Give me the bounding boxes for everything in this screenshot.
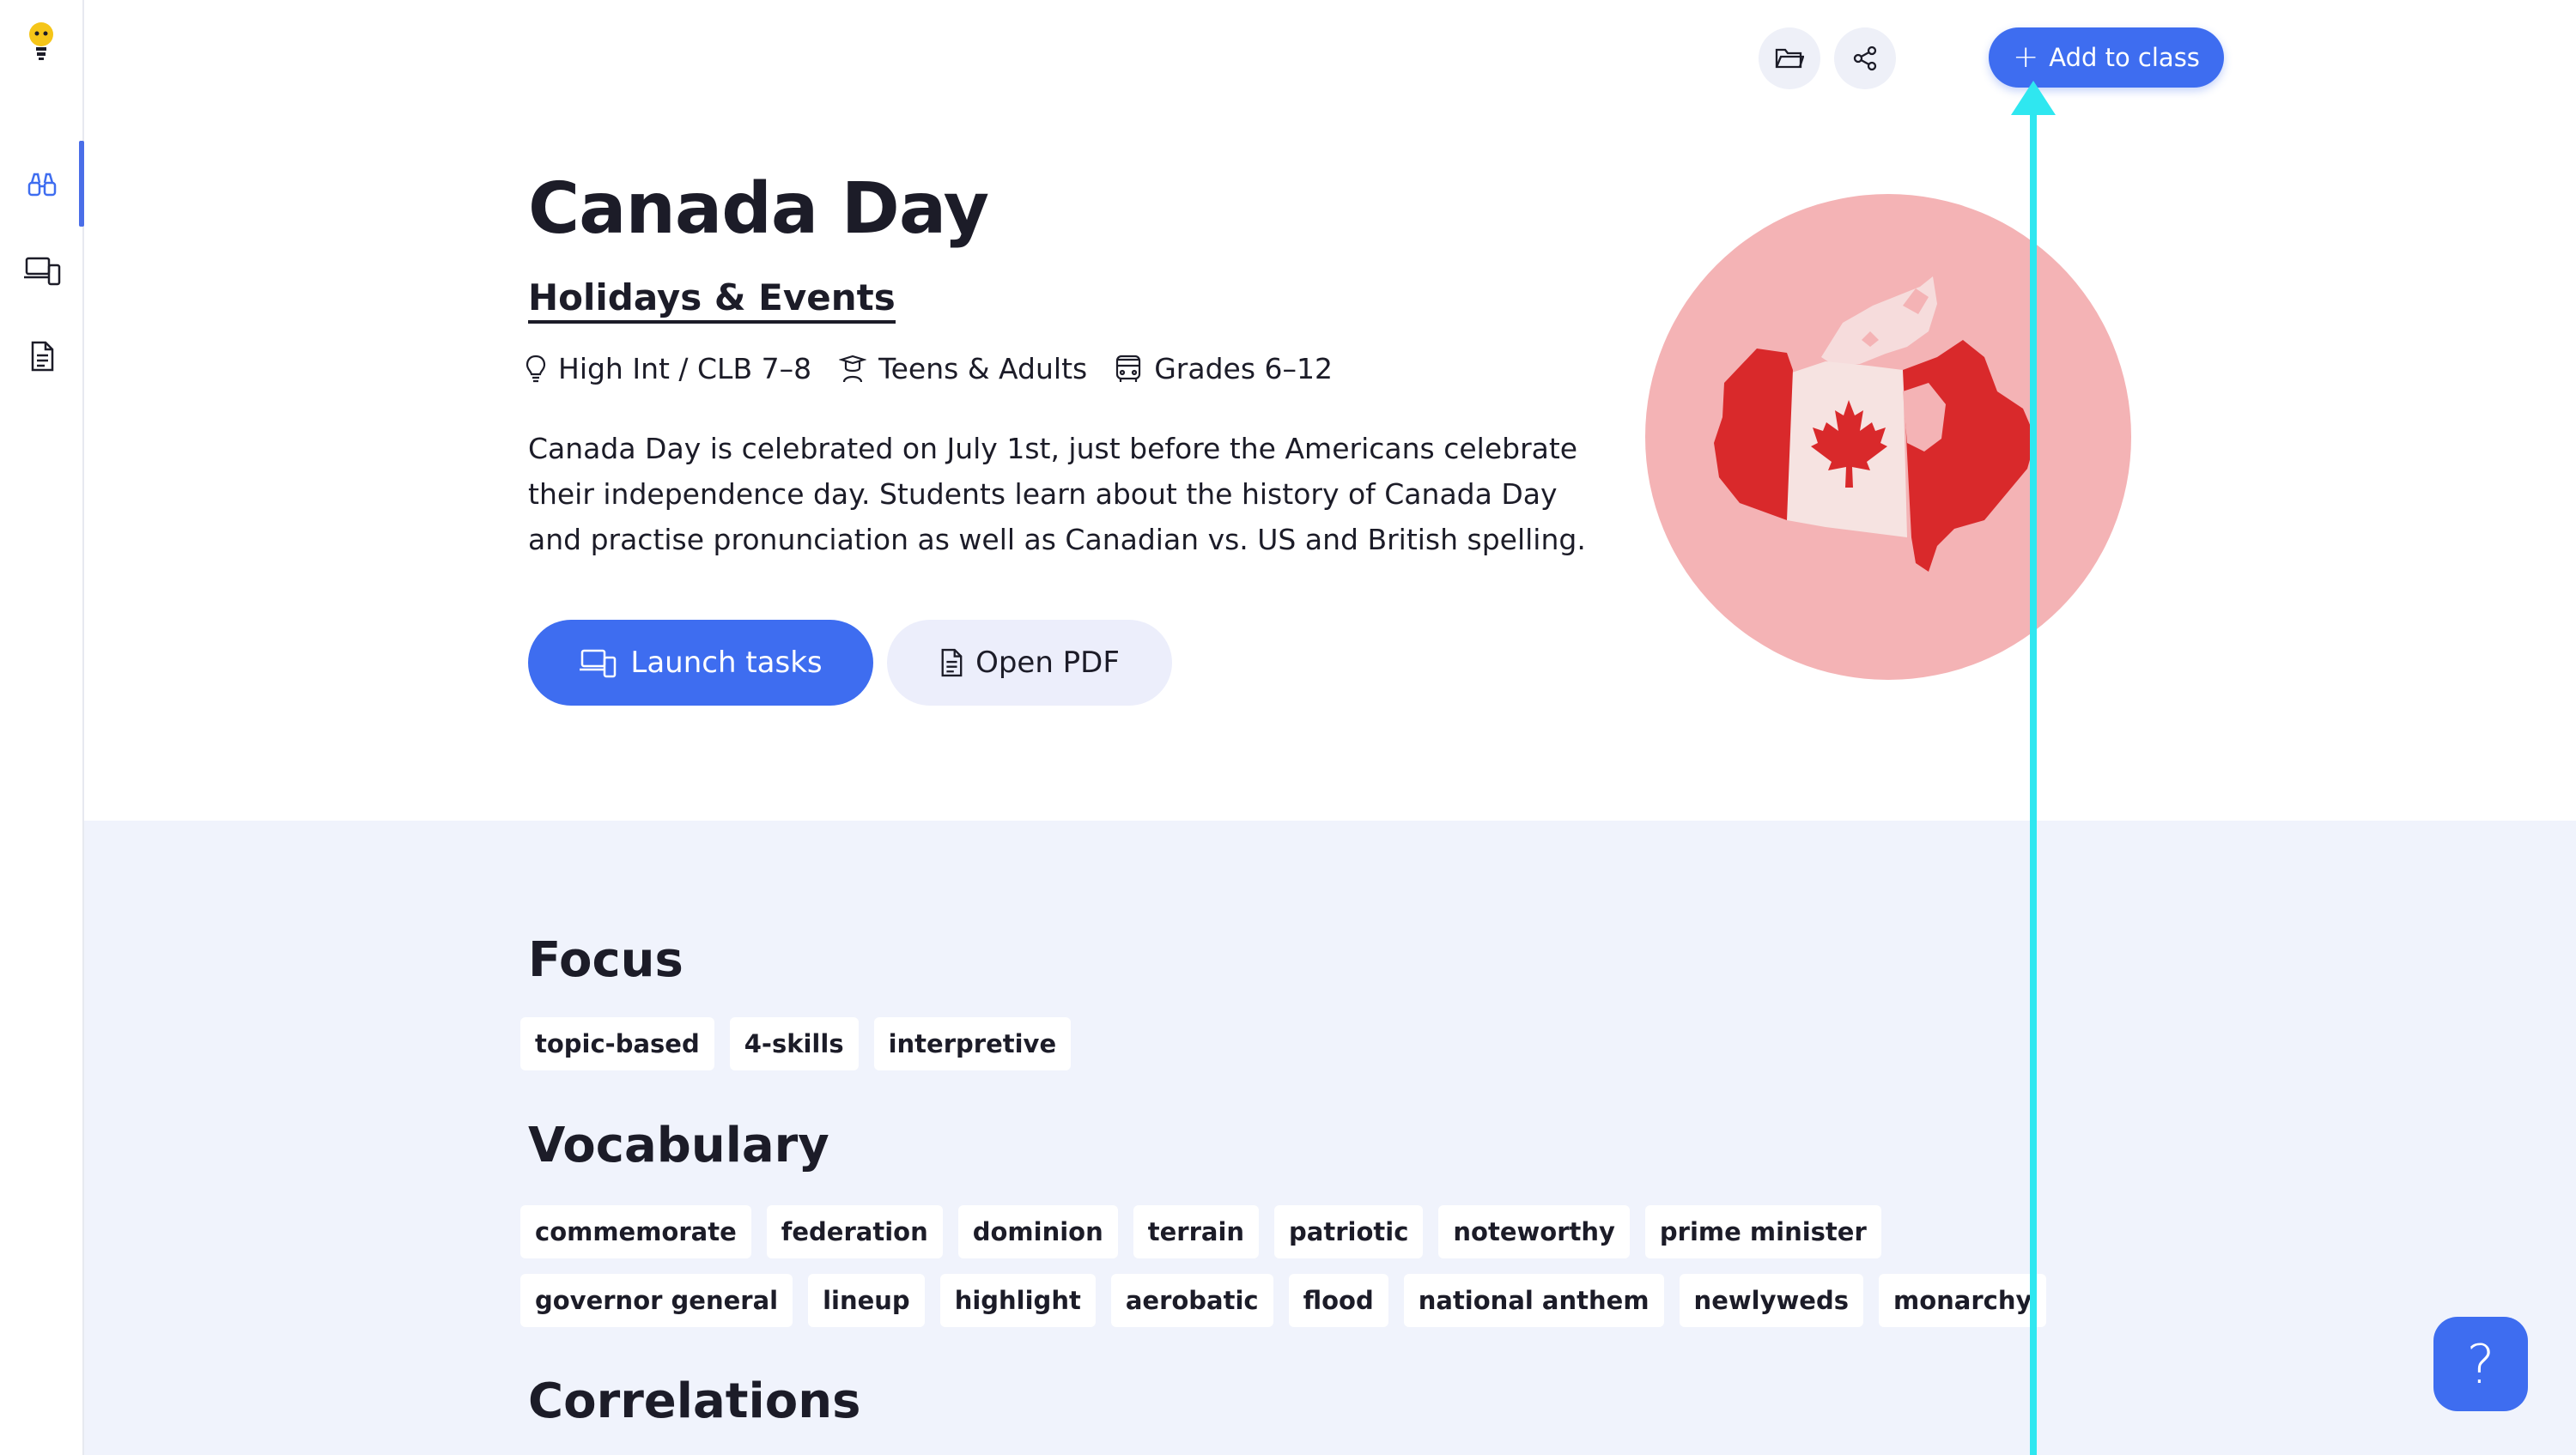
- audience-meta: Teens & Adults: [839, 352, 1087, 385]
- vocabulary-tag[interactable]: newlyweds: [1679, 1274, 1863, 1327]
- plus-icon: +: [2013, 39, 2039, 75]
- vocabulary-tag[interactable]: federation: [766, 1205, 943, 1258]
- grades-text: Grades 6–12: [1154, 352, 1333, 385]
- focus-tag[interactable]: topic-based: [520, 1017, 714, 1070]
- vocabulary-tag[interactable]: aerobatic: [1110, 1274, 1273, 1327]
- share-icon: [1853, 45, 1877, 71]
- lesson-details: [84, 821, 2576, 1455]
- folder-button[interactable]: [1759, 27, 1820, 89]
- add-to-class-button[interactable]: + Add to class: [1989, 27, 2224, 88]
- open-pdf-button[interactable]: Open PDF: [887, 620, 1172, 706]
- lesson-description: Canada Day is celebrated on July 1st, ju…: [528, 432, 1586, 556]
- lightbulb-icon: [526, 355, 546, 382]
- page-title: Canada Day: [528, 168, 989, 250]
- vocabulary-tag[interactable]: monarchy: [1878, 1274, 2047, 1327]
- devices-icon[interactable]: [21, 249, 64, 292]
- vocabulary-tag[interactable]: noteworthy: [1438, 1205, 1630, 1258]
- vocabulary-tag[interactable]: dominion: [957, 1205, 1118, 1258]
- document-icon[interactable]: [21, 335, 64, 378]
- share-button[interactable]: [1834, 27, 1896, 89]
- audience-text: Teens & Adults: [878, 352, 1088, 385]
- help-button[interactable]: ?: [2433, 1317, 2528, 1411]
- add-to-class-label: Add to class: [2049, 43, 2200, 72]
- lightbulb-logo-icon[interactable]: [24, 19, 58, 64]
- vocabulary-tags: commemorate federation dominion terrain …: [520, 1205, 2152, 1327]
- vocabulary-tag[interactable]: commemorate: [520, 1205, 751, 1258]
- vocabulary-tag[interactable]: lineup: [808, 1274, 925, 1327]
- level-text: High Int / CLB 7–8: [558, 352, 812, 385]
- folder-icon: [1775, 48, 1804, 69]
- sidebar: [0, 0, 84, 1455]
- grades-meta: Grades 6–12: [1115, 352, 1333, 385]
- pointer-arrow-line: [2030, 94, 2037, 1455]
- correlations-title: Correlations: [528, 1373, 861, 1429]
- vocabulary-tag[interactable]: prime minister: [1644, 1205, 1881, 1258]
- focus-tag[interactable]: 4-skills: [729, 1017, 859, 1070]
- binoculars-icon[interactable]: [21, 163, 64, 206]
- devices-icon: [580, 649, 617, 678]
- lesson-meta: High Int / CLB 7–8 Teens & Adults Grades…: [526, 352, 1360, 385]
- level-meta: High Int / CLB 7–8: [526, 352, 811, 385]
- vocabulary-tag[interactable]: terrain: [1133, 1205, 1260, 1258]
- focus-tag[interactable]: interpretive: [873, 1017, 1072, 1070]
- lesson-header: + Add to class: [84, 0, 2576, 821]
- document-icon: [941, 648, 963, 677]
- focus-tags: topic-based 4-skills interpretive: [520, 1017, 2152, 1070]
- bus-icon: [1116, 355, 1141, 382]
- vocabulary-tag[interactable]: national anthem: [1403, 1274, 1664, 1327]
- vocabulary-tag[interactable]: flood: [1288, 1274, 1388, 1327]
- focus-title: Focus: [528, 932, 683, 988]
- graduation-icon: [839, 355, 867, 382]
- vocabulary-title: Vocabulary: [528, 1118, 829, 1173]
- vocabulary-tag[interactable]: highlight: [939, 1274, 1096, 1327]
- vocabulary-tag[interactable]: patriotic: [1274, 1205, 1424, 1258]
- category-link[interactable]: Holidays & Events: [528, 276, 896, 324]
- pointer-arrow-head-icon: [2011, 81, 2056, 115]
- launch-tasks-button[interactable]: Launch tasks: [528, 620, 873, 706]
- launch-tasks-label: Launch tasks: [630, 646, 823, 680]
- open-pdf-label: Open PDF: [975, 646, 1120, 680]
- vocabulary-tag[interactable]: governor general: [520, 1274, 793, 1327]
- lesson-image: [1645, 194, 2131, 680]
- canada-map-image: [1645, 194, 2131, 680]
